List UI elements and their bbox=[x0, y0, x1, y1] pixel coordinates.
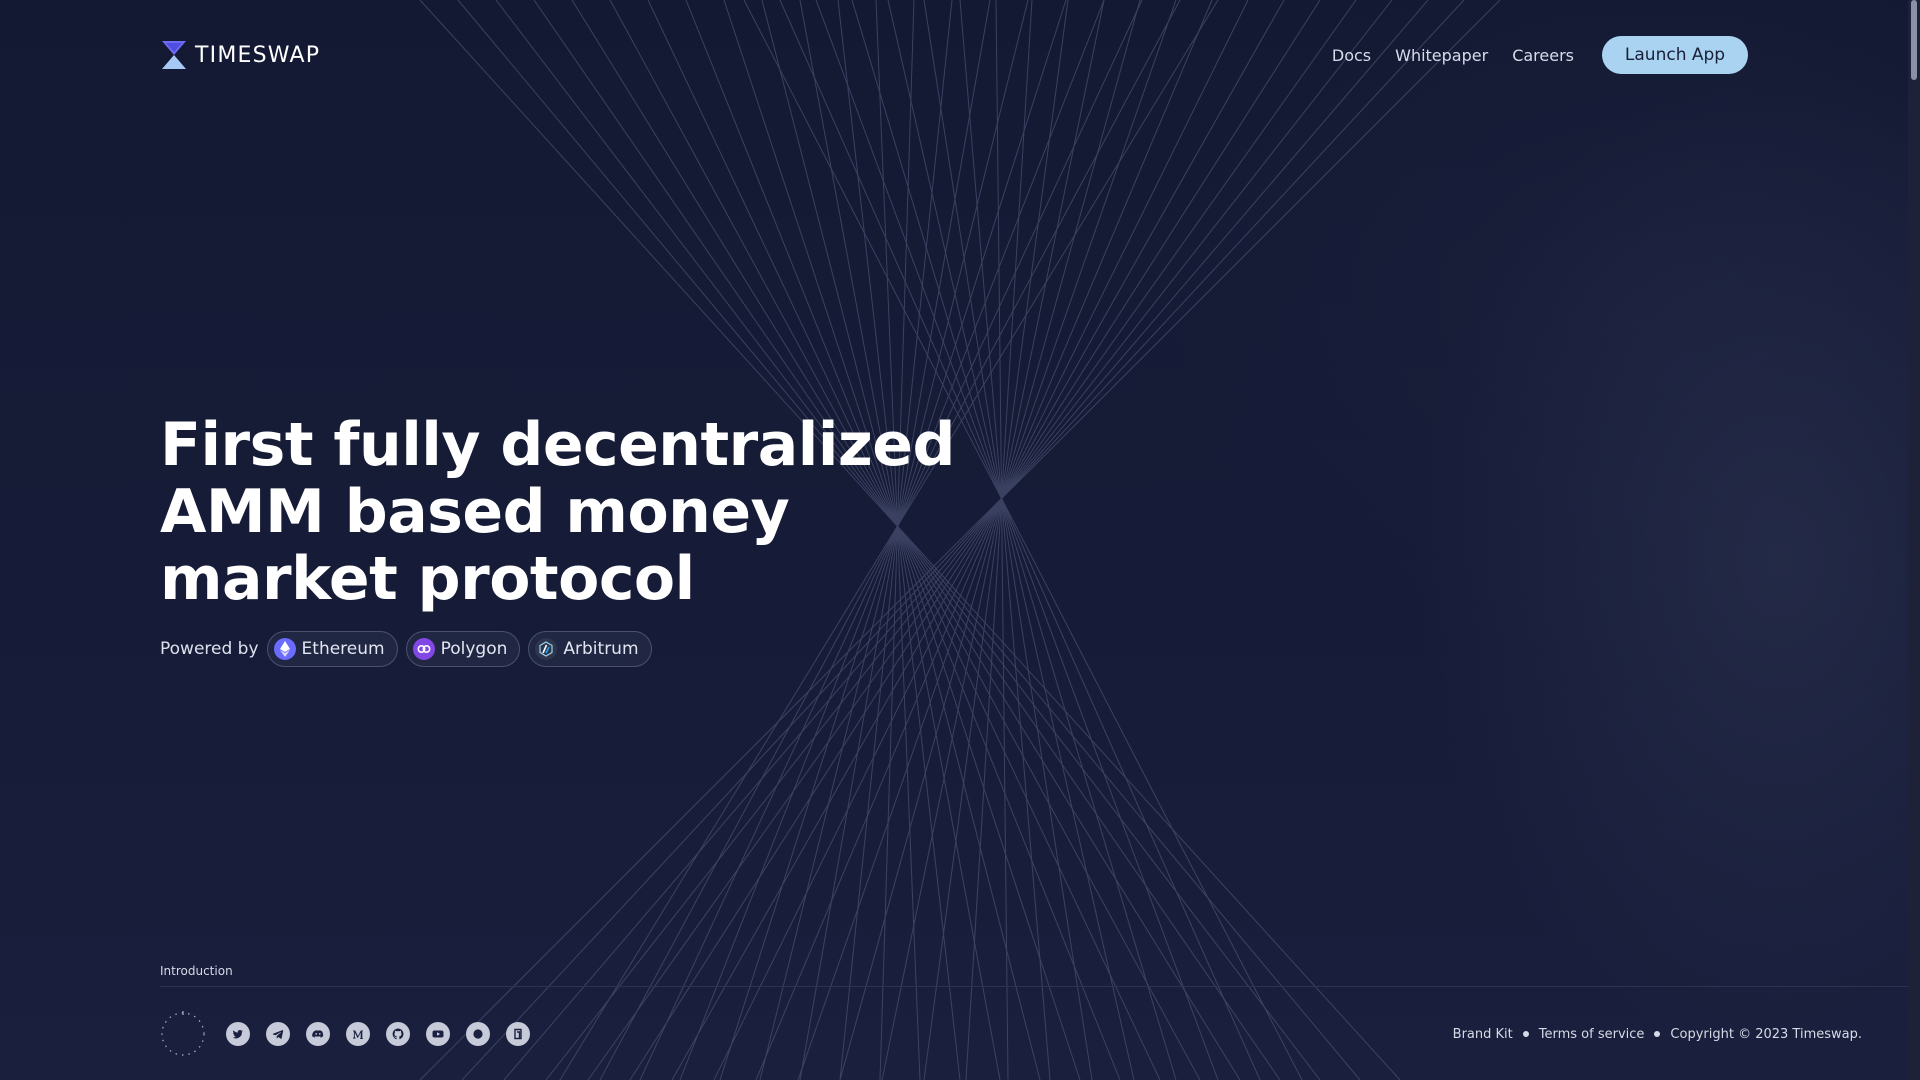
chain-label: Arbitrum bbox=[563, 639, 639, 659]
powered-by: Powered by Ethereum Polygon Arbitrum bbox=[160, 631, 955, 667]
medium-icon[interactable] bbox=[346, 1022, 370, 1046]
ethereum-icon bbox=[273, 638, 296, 660]
polygon-icon bbox=[412, 638, 435, 660]
youtube-icon[interactable] bbox=[426, 1022, 450, 1046]
mirror-icon[interactable] bbox=[466, 1022, 490, 1046]
chain-chip-ethereum[interactable]: Ethereum bbox=[266, 631, 398, 667]
chain-chip-arbitrum[interactable]: Arbitrum bbox=[528, 631, 652, 667]
background-line bbox=[959, 0, 1051, 1080]
telegram-icon[interactable] bbox=[266, 1022, 290, 1046]
header: TIMESWAP Docs Whitepaper Careers Launch … bbox=[160, 36, 1748, 74]
powered-by-label: Powered by bbox=[160, 639, 259, 659]
discord-icon[interactable] bbox=[306, 1022, 330, 1046]
background-line bbox=[965, 0, 1033, 1080]
brand-name: TIMESWAP bbox=[195, 42, 321, 68]
terms-of-service-link[interactable]: Terms of service bbox=[1539, 1027, 1645, 1042]
timeswap-logo-icon bbox=[162, 41, 186, 69]
footer-divider bbox=[160, 986, 1908, 987]
chain-label: Polygon bbox=[440, 639, 508, 659]
separator-dot bbox=[1522, 1031, 1529, 1037]
hero-headline: First fully decentralized AMM based mone… bbox=[160, 412, 955, 613]
chain-label: Ethereum bbox=[301, 639, 385, 659]
social-links bbox=[160, 1011, 546, 1057]
arbitrum-icon bbox=[535, 638, 558, 660]
gitbook-icon[interactable] bbox=[506, 1022, 530, 1046]
scrollbar-thumb[interactable] bbox=[1911, 0, 1917, 80]
nav-docs[interactable]: Docs bbox=[1332, 46, 1371, 65]
nav-whitepaper[interactable]: Whitepaper bbox=[1395, 46, 1488, 65]
twitter-icon[interactable] bbox=[226, 1022, 250, 1046]
hero: First fully decentralized AMM based mone… bbox=[160, 412, 955, 667]
copyright-text: Copyright © 2023 Timeswap. bbox=[1670, 1026, 1862, 1042]
main-nav: Docs Whitepaper Careers Launch App bbox=[1308, 36, 1748, 74]
headline-line-3: market protocol bbox=[160, 544, 695, 614]
headline-line-1: First fully decentralized bbox=[160, 410, 955, 480]
headline-line-2: AMM based money bbox=[160, 477, 790, 547]
nav-careers[interactable]: Careers bbox=[1512, 46, 1574, 65]
launch-app-button[interactable]: Launch App bbox=[1602, 36, 1748, 74]
scrollbar[interactable] bbox=[1908, 0, 1920, 1080]
section-indicator-introduction[interactable]: Introduction bbox=[160, 964, 233, 978]
brand-kit-link[interactable]: Brand Kit bbox=[1453, 1027, 1513, 1042]
footer: Brand Kit Terms of service Copyright © 2… bbox=[160, 1010, 1862, 1058]
logo[interactable]: TIMESWAP bbox=[160, 39, 320, 71]
scroll-progress-icon bbox=[161, 1011, 205, 1056]
separator-dot bbox=[1654, 1031, 1661, 1037]
github-icon[interactable] bbox=[386, 1022, 410, 1046]
legal-links: Brand Kit Terms of service Copyright © 2… bbox=[1453, 1027, 1862, 1042]
chain-chip-polygon[interactable]: Polygon bbox=[405, 631, 521, 667]
